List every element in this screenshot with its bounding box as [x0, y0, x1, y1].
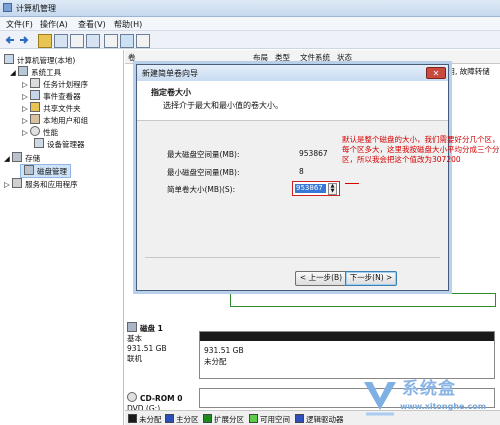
menu-help[interactable]: 帮助(H)	[114, 19, 142, 30]
menu-file[interactable]: 文件(F)	[6, 19, 33, 30]
watermark-logo-icon	[364, 382, 396, 416]
copy-icon[interactable]	[120, 34, 134, 48]
legend-swatch	[165, 414, 174, 423]
wizard-subheading: 选择介于最大和最小值的卷大小。	[163, 101, 283, 110]
wizard-heading: 指定卷大小	[151, 88, 191, 97]
watermark-url: www.xitonghe.com	[400, 402, 487, 411]
spinner-icon[interactable]: ▲ ▼	[328, 183, 337, 195]
expand-icon[interactable]: ▷	[22, 80, 30, 89]
performance-icon	[30, 126, 41, 136]
legend-swatch	[295, 414, 304, 423]
col-layout[interactable]: 布局	[253, 52, 268, 63]
menu-action[interactable]: 操作(A)	[40, 19, 68, 30]
wizard-divider	[145, 257, 440, 258]
tree-local-users[interactable]: ▷ 本地用户和组	[22, 114, 88, 126]
back-arrow-icon[interactable]	[4, 34, 16, 46]
disk-icon	[24, 165, 34, 175]
export-icon[interactable]	[104, 34, 118, 48]
expand-icon[interactable]: ▷	[4, 180, 12, 189]
tree-root[interactable]: 计算机管理(本地)	[4, 54, 75, 66]
forward-arrow-icon[interactable]	[18, 34, 30, 46]
tree-shared-folders[interactable]: ▷ 共享文件夹	[22, 102, 81, 114]
window-title: 计算机管理	[16, 4, 56, 13]
close-icon[interactable]: ✕	[426, 67, 446, 79]
show-tree-icon[interactable]	[54, 34, 68, 48]
users-icon	[30, 114, 41, 124]
navigation-tree: 计算机管理(本地) ◢ 系统工具 ▷ 任务计划程序 ▷ 事件查看器 ▷ 共享文件…	[0, 50, 124, 425]
disk1-info[interactable]: 磁盘 1 基本 931.51 GB 联机	[127, 322, 197, 364]
disk0-partition[interactable]	[230, 293, 496, 307]
expand-icon[interactable]: ▷	[22, 92, 30, 101]
tree-disk-management[interactable]: 磁盘管理	[20, 164, 71, 178]
computer-icon	[4, 54, 14, 64]
wizard-title: 新建简单卷向导	[142, 69, 198, 78]
legend-swatch	[249, 414, 258, 423]
wizard-header: 指定卷大小 选择介于最大和最小值的卷大小。	[137, 81, 448, 121]
volume-size-input[interactable]: 953867	[295, 184, 326, 193]
disk-icon	[127, 322, 137, 332]
tree-storage[interactable]: ◢ 存储	[4, 152, 40, 164]
expand-icon[interactable]: ▷	[22, 116, 30, 125]
services-icon	[12, 178, 23, 188]
clock-icon	[30, 78, 41, 88]
legend-swatch	[203, 414, 212, 423]
col-status[interactable]: 状态	[337, 52, 352, 63]
storage-icon	[12, 152, 23, 162]
volume-size-field[interactable]: 953867 ▲ ▼	[292, 181, 340, 196]
watermark: 系统盒 www.xitonghe.com	[360, 370, 498, 422]
collapse-icon[interactable]: ◢	[10, 68, 18, 77]
wizard-title-bar: 新建简单卷向导 ✕	[137, 65, 448, 81]
collapse-icon[interactable]: ◢	[4, 154, 12, 163]
tools-icon	[18, 66, 29, 76]
tree-device-manager[interactable]: 设备管理器	[34, 138, 85, 150]
volume-size-label: 简单卷大小(MB)(S):	[167, 185, 236, 194]
menu-view[interactable]: 查看(V)	[78, 19, 106, 30]
device-icon	[34, 138, 44, 148]
volume-column-header: 卷 布局 类型 文件系统 状态	[125, 50, 500, 64]
new-simple-volume-wizard: 新建简单卷向导 ✕ 指定卷大小 选择介于最大和最小值的卷大小。 最大磁盘空间量(…	[136, 64, 449, 291]
event-icon	[30, 90, 41, 100]
tree-event-viewer[interactable]: ▷ 事件查看器	[22, 90, 81, 102]
col-filesystem[interactable]: 文件系统	[300, 52, 330, 63]
annotation-text: 默认是整个磁盘的大小，我们需要好分几个区，每个区多大，这里我按磁盘大小平均分成三…	[342, 135, 500, 164]
watermark-text: 系统盒	[402, 379, 456, 399]
menu-bar: 文件(F) 操作(A) 查看(V) 帮助(H)	[0, 17, 500, 31]
col-type[interactable]: 类型	[275, 52, 290, 63]
max-size-value: 953867	[299, 149, 328, 158]
expand-icon[interactable]: ▷	[22, 104, 30, 113]
settings-icon[interactable]	[136, 34, 150, 48]
legend-swatch	[128, 414, 137, 423]
tree-performance[interactable]: ▷ 性能	[22, 126, 58, 138]
tree-task-scheduler[interactable]: ▷ 任务计划程序	[22, 78, 88, 90]
max-size-label: 最大磁盘空间量(MB):	[167, 150, 240, 159]
tree-services[interactable]: ▷ 服务和应用程序	[4, 178, 78, 190]
unallocated-bar	[200, 332, 494, 341]
next-button[interactable]: 下一步(N) >	[345, 271, 397, 286]
help-icon[interactable]	[70, 34, 84, 48]
annotation-connector	[345, 183, 359, 184]
min-size-label: 最小磁盘空间量(MB):	[167, 168, 240, 177]
tree-system-tools[interactable]: ◢ 系统工具	[10, 66, 61, 78]
app-icon	[3, 3, 12, 12]
title-bar: 计算机管理	[0, 0, 500, 17]
folder-icon	[30, 102, 41, 112]
min-size-value: 8	[299, 167, 304, 176]
cd-icon	[127, 392, 137, 402]
up-folder-icon[interactable]	[38, 34, 52, 48]
toolbar	[0, 31, 500, 49]
properties-icon[interactable]	[86, 34, 100, 48]
expand-icon[interactable]: ▷	[22, 128, 30, 137]
col-volume[interactable]: 卷	[128, 52, 136, 63]
back-button[interactable]: < 上一步(B)	[295, 271, 347, 286]
